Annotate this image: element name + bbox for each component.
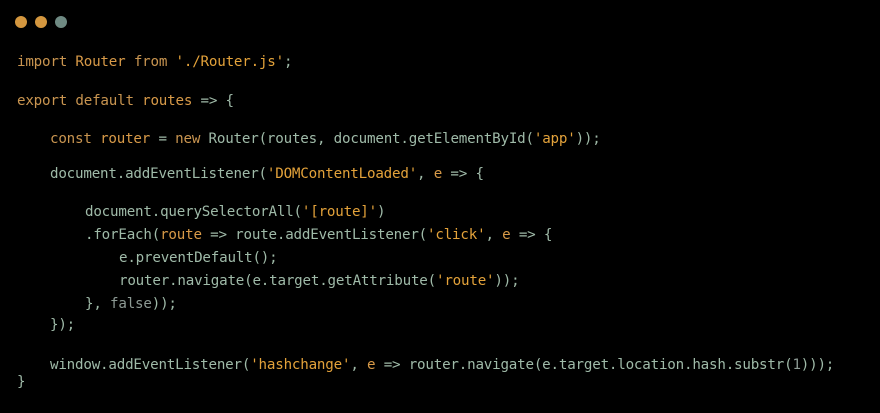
code-token: )); xyxy=(575,131,601,147)
code-token: } xyxy=(17,374,26,390)
code-line: router.navigate(e.target.getAttribute('r… xyxy=(119,271,520,291)
code-token: window.addEventListener( xyxy=(50,357,251,373)
code-token: document.addEventListener( xyxy=(50,166,267,182)
code-line: export default routes => { xyxy=(17,91,234,111)
code-token: routes xyxy=(142,93,201,109)
code-token: Router(routes, document.getElementById( xyxy=(208,131,535,147)
code-token: , xyxy=(485,227,503,243)
code-token: 'app' xyxy=(533,131,576,147)
code-line: document.addEventListener('DOMContentLoa… xyxy=(50,164,484,184)
code-token: false xyxy=(110,296,152,312)
code-token: }); xyxy=(50,317,76,333)
code-token: }, xyxy=(85,296,111,312)
code-token: => { xyxy=(200,93,235,109)
code-token: 'hashchange' xyxy=(250,357,351,373)
code-token: => route.addEventListener( xyxy=(210,227,428,243)
code-token: router xyxy=(100,131,159,147)
code-token: e xyxy=(502,227,519,243)
code-token: '[route]' xyxy=(301,204,377,220)
code-token: ))); xyxy=(800,357,835,373)
code-token: import xyxy=(17,54,76,70)
code-token: new xyxy=(175,131,209,147)
minimize-dot-icon[interactable] xyxy=(35,16,47,28)
code-line: e.preventDefault(); xyxy=(119,248,278,268)
code-token: , xyxy=(350,357,367,373)
code-token: ; xyxy=(283,54,293,70)
code-token: './Router.js' xyxy=(175,54,285,70)
code-token: , xyxy=(417,166,434,182)
code-line: } xyxy=(17,372,26,392)
code-window: import Router from './Router.js'; export … xyxy=(0,0,880,413)
code-token: => router.navigate(e.target.location.has… xyxy=(383,357,793,373)
code-line: import Router from './Router.js'; xyxy=(17,52,293,72)
code-token: => { xyxy=(450,166,484,182)
code-line: }); xyxy=(50,315,75,335)
code-token: )); xyxy=(494,273,520,289)
code-token: e.preventDefault(); xyxy=(119,250,278,266)
code-line: window.addEventListener('hashchange', e … xyxy=(50,355,834,375)
code-token: route xyxy=(160,227,211,243)
close-dot-icon[interactable] xyxy=(15,16,27,28)
code-token: = xyxy=(158,131,176,147)
code-token: 1 xyxy=(792,357,801,373)
code-token: 'route' xyxy=(435,273,495,289)
code-token: e xyxy=(433,166,451,182)
code-token: => { xyxy=(518,227,553,243)
code-token: )); xyxy=(151,296,177,312)
code-line: document.querySelectorAll('[route]') xyxy=(85,202,386,222)
code-token: .forEach( xyxy=(85,227,161,243)
code-token: const xyxy=(50,131,101,147)
code-token: from xyxy=(133,54,176,70)
maximize-dot-icon[interactable] xyxy=(55,16,67,28)
code-line: .forEach(route => route.addEventListener… xyxy=(85,225,552,245)
code-token: 'DOMContentLoaded' xyxy=(266,166,418,182)
code-token: router.navigate(e.target.getAttribute( xyxy=(119,273,436,289)
code-token: 'click' xyxy=(427,227,486,243)
code-token: document.querySelectorAll( xyxy=(85,204,302,220)
code-token: ) xyxy=(376,204,386,220)
code-line: const router = new Router(routes, docume… xyxy=(50,129,601,149)
code-token: export default xyxy=(17,93,143,109)
code-token: Router xyxy=(75,54,134,70)
code-token: e xyxy=(367,357,384,373)
code-line: }, false)); xyxy=(85,294,177,314)
